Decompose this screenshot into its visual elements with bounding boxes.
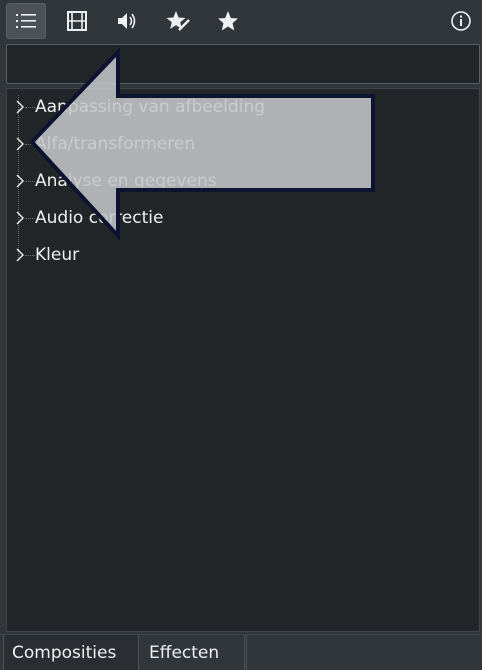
speaker-icon <box>118 13 136 29</box>
tree-branch-line <box>25 218 35 219</box>
info-icon <box>451 11 471 31</box>
film-icon <box>67 11 87 31</box>
tree-item-alfa[interactable]: Alfa/transformeren <box>7 129 467 159</box>
tree-branch-line <box>25 181 35 182</box>
search-input[interactable] <box>6 44 480 84</box>
favorites-button[interactable] <box>208 3 248 39</box>
chevron-right-icon <box>16 248 24 262</box>
info-button[interactable] <box>441 3 481 39</box>
list-icon <box>16 14 36 28</box>
chevron-right-icon <box>16 137 24 151</box>
tree-item-aanpassing[interactable]: Aanpassing van afbeelding <box>7 92 467 122</box>
tree-item-label: Audio correctie <box>35 208 164 228</box>
chevron-right-icon <box>16 100 24 114</box>
tab-composities[interactable]: Composities <box>3 635 139 670</box>
list-view-button[interactable] <box>6 3 46 39</box>
tree-item-label: Kleur <box>35 245 80 265</box>
star-edit-icon <box>166 11 190 31</box>
toolbar <box>0 0 482 42</box>
tree-item-audio[interactable]: Audio correctie <box>7 203 467 233</box>
star-icon <box>218 11 238 31</box>
tree-item-label: Aanpassing van afbeelding <box>35 97 266 117</box>
tab-bar: Composities Effecten <box>0 634 482 670</box>
tree-branch-line <box>25 255 35 256</box>
tree-branch-line <box>25 144 35 145</box>
tab-effecten[interactable]: Effecten <box>141 635 245 670</box>
tab-bar-empty <box>246 635 482 670</box>
tree-item-kleur[interactable]: Kleur <box>7 240 467 270</box>
tree-item-label: Analyse en gegevens <box>35 171 217 191</box>
effects-panel: Aanpassing van afbeelding Alfa/transform… <box>0 0 482 670</box>
tree-item-analyse[interactable]: Analyse en gegevens <box>7 166 467 196</box>
chevron-right-icon <box>16 174 24 188</box>
custom-effects-button[interactable] <box>158 3 198 39</box>
video-effects-button[interactable] <box>57 3 97 39</box>
chevron-right-icon <box>16 211 24 225</box>
audio-effects-button[interactable] <box>107 3 147 39</box>
tree-branch-line <box>25 107 35 108</box>
tree-item-label: Alfa/transformeren <box>35 134 196 154</box>
effects-tree: Aanpassing van afbeelding Alfa/transform… <box>6 88 480 632</box>
